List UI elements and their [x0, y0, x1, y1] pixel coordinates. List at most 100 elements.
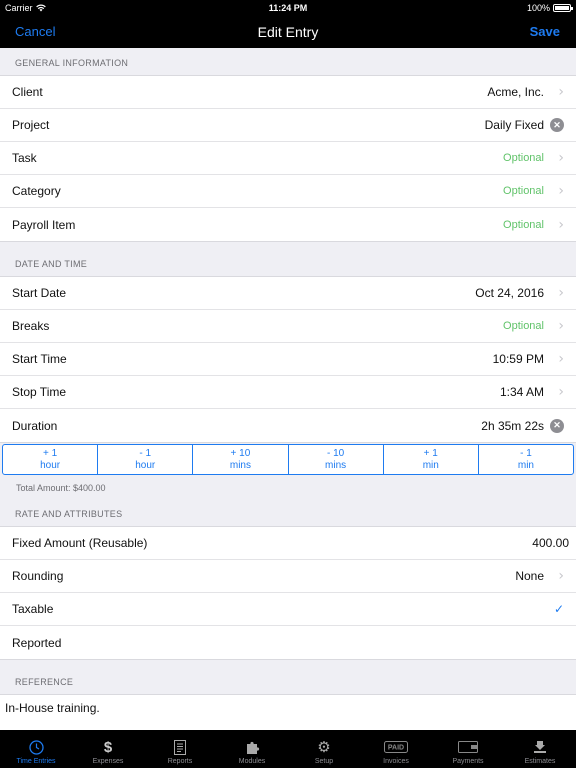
tab-bar: Time Entries $ Expenses Reports Modules … — [0, 730, 576, 768]
fixed-amount-row[interactable]: Fixed Amount (Reusable) 400.00 — [0, 527, 576, 560]
reported-row[interactable]: Reported — [0, 626, 576, 659]
subtract-1-hour-button[interactable]: - 1 hour — [98, 445, 194, 474]
puzzle-icon — [245, 738, 260, 756]
task-value: Optional — [503, 152, 544, 164]
tab-modules[interactable]: Modules — [216, 730, 288, 768]
rounding-label: Rounding — [12, 569, 64, 583]
save-button[interactable]: Save — [530, 24, 560, 39]
navigation-bar: Cancel Edit Entry Save — [0, 16, 576, 48]
project-row[interactable]: Project Daily Fixed ✕ — [0, 109, 576, 142]
task-label: Task — [12, 151, 37, 165]
stop-time-label: Stop Time — [12, 385, 67, 399]
estimates-icon — [533, 738, 547, 756]
battery-icon — [553, 4, 573, 12]
duration-row[interactable]: Duration 2h 35m 22s ✕ — [0, 409, 576, 442]
chevron-right-icon: › — [558, 84, 564, 100]
svg-text:PAID: PAID — [388, 745, 404, 752]
client-row[interactable]: Client Acme, Inc. › — [0, 76, 576, 109]
section-header-general: GENERAL INFORMATION — [15, 58, 129, 68]
start-date-label: Start Date — [12, 286, 67, 300]
add-1-hour-button[interactable]: + 1 hour — [3, 445, 99, 474]
tab-label: Setup — [314, 758, 334, 765]
tab-label: Invoices — [383, 758, 409, 765]
payroll-item-label: Payroll Item — [12, 217, 76, 232]
section-header-reference: REFERENCE — [15, 677, 74, 687]
rounding-row[interactable]: Rounding None › — [0, 560, 576, 593]
reference-textarea[interactable]: In-House training. — [0, 694, 576, 730]
chevron-right-icon: › — [558, 318, 564, 334]
tab-label: Time Entries — [16, 758, 56, 765]
rate-group: Fixed Amount (Reusable) 400.00 Rounding … — [0, 526, 576, 660]
checkmark-icon: ✓ — [553, 602, 564, 616]
breaks-label: Breaks — [12, 319, 50, 333]
tab-label: Expenses — [92, 758, 124, 765]
stop-time-value: 1:34 AM — [499, 385, 544, 399]
tab-label: Reports — [167, 758, 193, 765]
total-amount: Total Amount: $400.00 — [16, 483, 106, 493]
tab-label: Estimates — [524, 758, 556, 765]
tab-invoices[interactable]: PAID Invoices — [360, 730, 432, 768]
battery-indicator: 100% — [526, 3, 573, 13]
battery-percent: 100% — [526, 3, 550, 13]
category-label: Category — [12, 184, 61, 198]
subtract-10-mins-button[interactable]: - 10 mins — [289, 445, 384, 474]
start-time-label: Start Time — [12, 352, 67, 366]
status-time: 11:24 PM — [268, 3, 308, 13]
tab-time-entries[interactable]: Time Entries — [0, 730, 72, 768]
tab-estimates[interactable]: Estimates — [504, 730, 576, 768]
project-label: Project — [12, 118, 50, 132]
clear-icon: ✕ — [550, 418, 564, 433]
add-1-min-button[interactable]: + 1 min — [384, 445, 479, 474]
report-icon — [174, 738, 186, 756]
chevron-right-icon: › — [558, 285, 564, 301]
category-row[interactable]: Category Optional › — [0, 175, 576, 208]
stop-time-row[interactable]: Stop Time 1:34 AM › — [0, 376, 576, 409]
dollar-icon: $ — [103, 738, 113, 756]
add-10-mins-button[interactable]: + 10 mins — [193, 445, 289, 474]
rounding-value: None — [515, 569, 544, 583]
payroll-item-value: Optional — [503, 218, 544, 231]
taxable-label: Taxable — [12, 602, 54, 616]
subtract-1-min-button[interactable]: - 1 min — [479, 445, 573, 474]
tab-setup[interactable]: ⚙ Setup — [288, 730, 360, 768]
taxable-row[interactable]: Taxable ✓ — [0, 593, 576, 626]
project-value: Daily Fixed — [484, 118, 544, 132]
clear-icon: ✕ — [550, 118, 564, 132]
client-value: Acme, Inc. — [487, 85, 544, 99]
tab-payments[interactable]: Payments — [432, 730, 504, 768]
general-group: Client Acme, Inc. › Project Daily Fixed … — [0, 75, 576, 242]
fixed-amount-label: Fixed Amount (Reusable) — [12, 536, 148, 550]
category-value: Optional — [503, 185, 544, 197]
paid-stamp-icon: PAID — [384, 738, 408, 756]
form-content[interactable]: GENERAL INFORMATION Client Acme, Inc. › … — [0, 48, 576, 730]
chevron-right-icon: › — [558, 216, 564, 233]
client-label: Client — [12, 85, 43, 99]
chevron-right-icon: › — [558, 384, 564, 400]
section-header-date-time: DATE AND TIME — [15, 259, 88, 269]
date-time-group: Start Date Oct 24, 2016 › Breaks Optiona… — [0, 276, 576, 443]
breaks-row[interactable]: Breaks Optional › — [0, 310, 576, 343]
status-bar: Carrier 11:24 PM 100% — [0, 0, 576, 16]
section-header-rate: RATE AND ATTRIBUTES — [15, 509, 123, 519]
page-title: Edit Entry — [257, 24, 319, 40]
clear-project-button[interactable]: ✕ — [544, 118, 564, 132]
duration-label: Duration — [12, 418, 58, 433]
breaks-value: Optional — [503, 320, 544, 332]
start-time-row[interactable]: Start Time 10:59 PM › — [0, 343, 576, 376]
chevron-right-icon: › — [558, 351, 564, 367]
clock-icon — [28, 738, 44, 756]
gear-icon: ⚙ — [317, 738, 331, 756]
start-date-value: Oct 24, 2016 — [475, 286, 544, 300]
task-row[interactable]: Task Optional › — [0, 142, 576, 175]
duration-value: 2h 35m 22s — [481, 418, 544, 433]
reported-label: Reported — [12, 635, 62, 650]
duration-stepper: + 1 hour - 1 hour + 10 mins - 10 mins + 1 min… — [2, 444, 574, 475]
chevron-right-icon: › — [558, 183, 564, 199]
chevron-right-icon: › — [558, 568, 564, 584]
tab-expenses[interactable]: $ Expenses — [72, 730, 144, 768]
tab-reports[interactable]: Reports — [144, 730, 216, 768]
clear-duration-button[interactable]: ✕ — [544, 418, 564, 433]
tab-label: Payments — [452, 758, 484, 765]
start-date-row[interactable]: Start Date Oct 24, 2016 › — [0, 277, 576, 310]
payroll-item-row[interactable]: Payroll Item Optional › — [0, 208, 576, 241]
